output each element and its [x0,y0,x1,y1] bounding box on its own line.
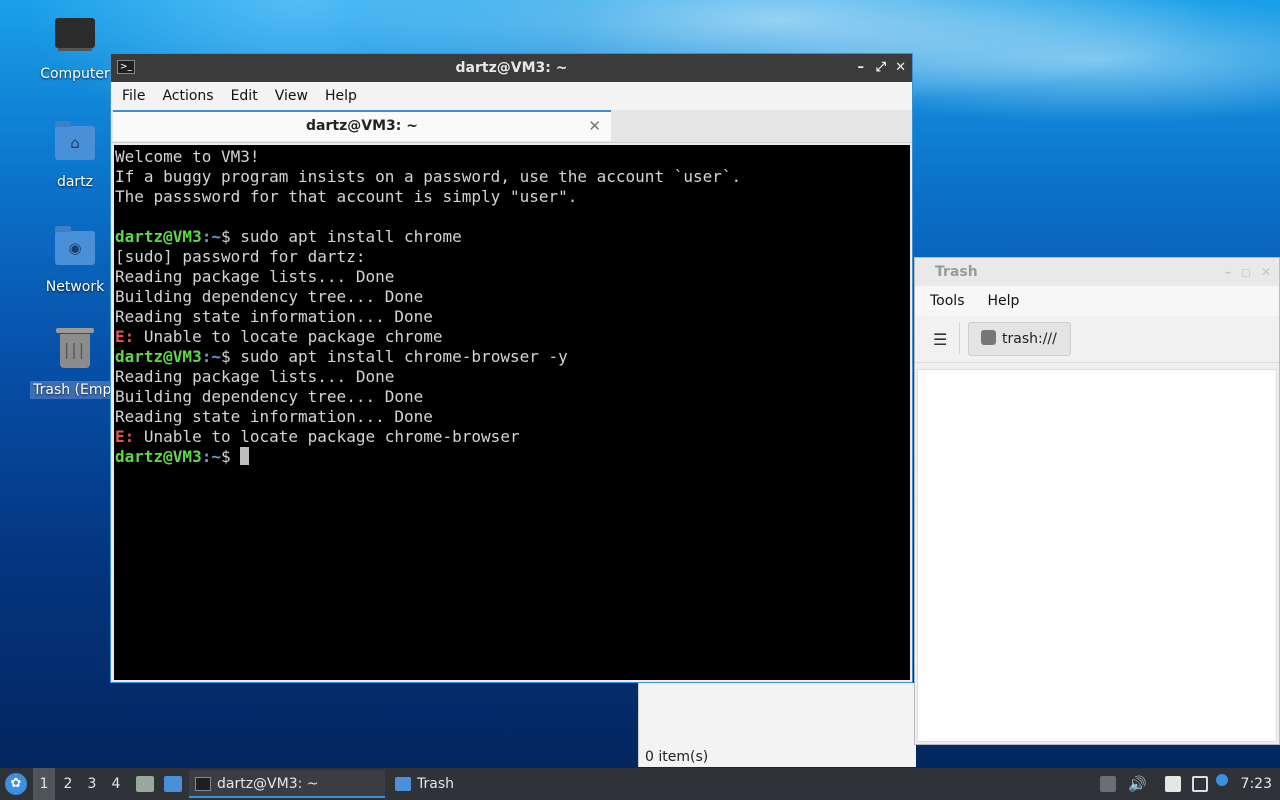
terminal-output-line: The passsword for that account is simply… [115,187,578,206]
terminal-prompt-line: dartz@VM3:~$ sudo apt install chrome-bro… [115,347,909,367]
task-label: dartz@VM3: ~ [217,776,319,792]
prompt-command: $ sudo apt install chrome-browser -y [220,347,568,366]
terminal-output-line: Reading state information... Done [115,307,433,326]
prompt-path: :~ [201,347,221,366]
file-manager-launcher-icon[interactable] [136,776,154,792]
tab-label: dartz@VM3: ~ [306,118,418,134]
task-label: Trash [417,776,454,792]
terminal-titlebar[interactable]: >_ dartz@VM3: ~ – ⤢ ✕ [111,54,912,82]
workspace-3[interactable]: 3 [81,768,103,800]
prompt-command: $ [220,447,241,466]
terminal-output[interactable]: Welcome to VM3! If a buggy program insist… [114,145,910,680]
home-folder-icon: ⌂ [53,121,97,170]
network-icon[interactable] [1192,776,1208,792]
workspace-2[interactable]: 2 [57,768,79,800]
prompt-user: dartz@VM3 [115,447,202,466]
terminal-output-line: [sudo] password for dartz: [115,247,366,266]
path-label: trash:/// [1002,331,1057,347]
menu-help[interactable]: Help [988,293,1020,309]
maximize-icon[interactable]: ⤢ [876,54,886,82]
terminal-prompt-line: dartz@VM3:~$ [115,447,909,467]
file-manager-statusbar-area: 0 item(s) [638,683,916,767]
item-count-status: 0 item(s) [645,749,709,765]
terminal-output-line: Reading package lists... Done [115,367,395,386]
terminal-output-line: Reading package lists... Done [115,267,395,286]
trash-window-titlebar[interactable]: Trash – ◻ ✕ [915,258,1279,286]
trash-menubar: Tools Help [915,286,1279,316]
trash-icon: ||| [53,328,97,378]
close-tab-icon[interactable]: ✕ [588,112,601,140]
task-trash[interactable]: Trash [389,770,509,798]
eject-icon[interactable] [1100,776,1116,792]
maximize-icon[interactable]: ◻ [1241,258,1251,286]
error-prefix: E: [115,427,135,446]
error-prefix: E: [115,327,135,346]
location-path-button[interactable]: trash:/// [968,322,1071,356]
minimize-icon[interactable]: – [1225,258,1231,286]
workspace-1[interactable]: 1 [33,768,55,800]
volume-icon[interactable]: 🔊 [1128,776,1147,792]
menu-file[interactable]: File [122,88,145,104]
prompt-user: dartz@VM3 [115,347,202,366]
folder-icon [395,777,411,791]
task-terminal[interactable]: dartz@VM3: ~ [189,770,385,798]
trash-file-list[interactable] [917,369,1277,742]
terminal-window: >_ dartz@VM3: ~ – ⤢ ✕ File Actions Edit Vie… [110,53,913,683]
terminal-prompt-line: dartz@VM3:~$ sudo apt install chrome [115,227,909,247]
close-icon[interactable]: ✕ [1261,258,1271,286]
terminal-output-line: Welcome to VM3! [115,147,260,166]
taskbar: ✿ 1 2 3 4 dartz@VM3: ~ Trash 🔊 7:23 [0,768,1280,800]
terminal-menubar: File Actions Edit View Help [111,82,912,110]
prompt-path: :~ [201,227,221,246]
show-desktop-icon[interactable] [164,776,182,792]
terminal-tabbar: dartz@VM3: ~ ✕ [111,110,912,143]
computer-icon [53,18,97,62]
menu-tools[interactable]: Tools [930,293,965,309]
terminal-output-line: Building dependency tree... Done [115,287,424,306]
network-folder-icon: ◉ [53,226,97,275]
trash-toolbar: ☰ trash:/// [915,316,1279,363]
clock[interactable]: 7:23 [1241,768,1272,800]
trash-location-icon [981,330,996,345]
menu-edit[interactable]: Edit [231,88,258,104]
minimize-icon[interactable]: – [858,54,865,82]
notification-icon[interactable] [1216,774,1228,786]
menu-view[interactable]: View [275,88,308,104]
terminal-output-line: Building dependency tree... Done [115,387,424,406]
terminal-tab[interactable]: dartz@VM3: ~ ✕ [113,110,611,141]
app-menu-icon[interactable]: ✿ [5,773,27,795]
error-message: Unable to locate package chrome-browser [134,427,520,446]
menu-actions[interactable]: Actions [162,88,213,104]
close-icon[interactable]: ✕ [895,54,906,82]
menu-help[interactable]: Help [325,88,357,104]
terminal-output-line: Reading state information... Done [115,407,433,426]
prompt-user: dartz@VM3 [115,227,202,246]
terminal-app-icon[interactable]: >_ [117,60,135,74]
error-message: Unable to locate package chrome [134,327,443,346]
prompt-command: $ sudo apt install chrome [220,227,462,246]
trash-window: Trash – ◻ ✕ Tools Help ☰ trash:/// [914,257,1280,745]
clipboard-icon[interactable] [1165,776,1181,792]
prompt-path: :~ [201,447,221,466]
terminal-icon [195,777,211,791]
terminal-error-line: E: Unable to locate package chrome [115,327,909,347]
terminal-title: dartz@VM3: ~ [455,60,568,76]
workspace-4[interactable]: 4 [105,768,127,800]
terminal-error-line: E: Unable to locate package chrome-brows… [115,427,909,447]
terminal-cursor [240,447,250,465]
list-view-icon[interactable]: ☰ [933,330,947,349]
terminal-output-line: If a buggy program insists on a password… [115,167,742,186]
toolbar-divider [959,322,960,354]
trash-window-title: Trash [935,264,978,280]
